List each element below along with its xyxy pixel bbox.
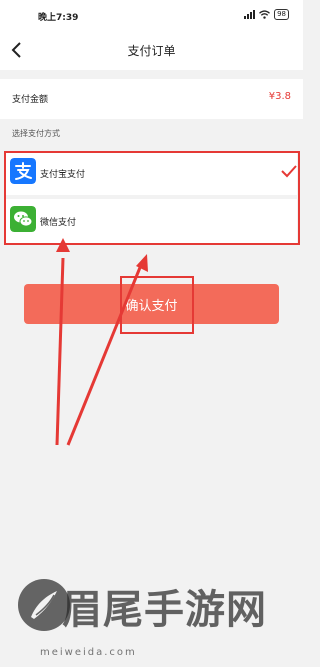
annotation-arrows (55, 238, 148, 446)
watermark-pinyin: meiweida.com (40, 647, 137, 658)
watermark: 眉尾手游网 meiweida.com (0, 575, 303, 667)
watermark-brand: 眉尾手游网 (62, 586, 267, 633)
